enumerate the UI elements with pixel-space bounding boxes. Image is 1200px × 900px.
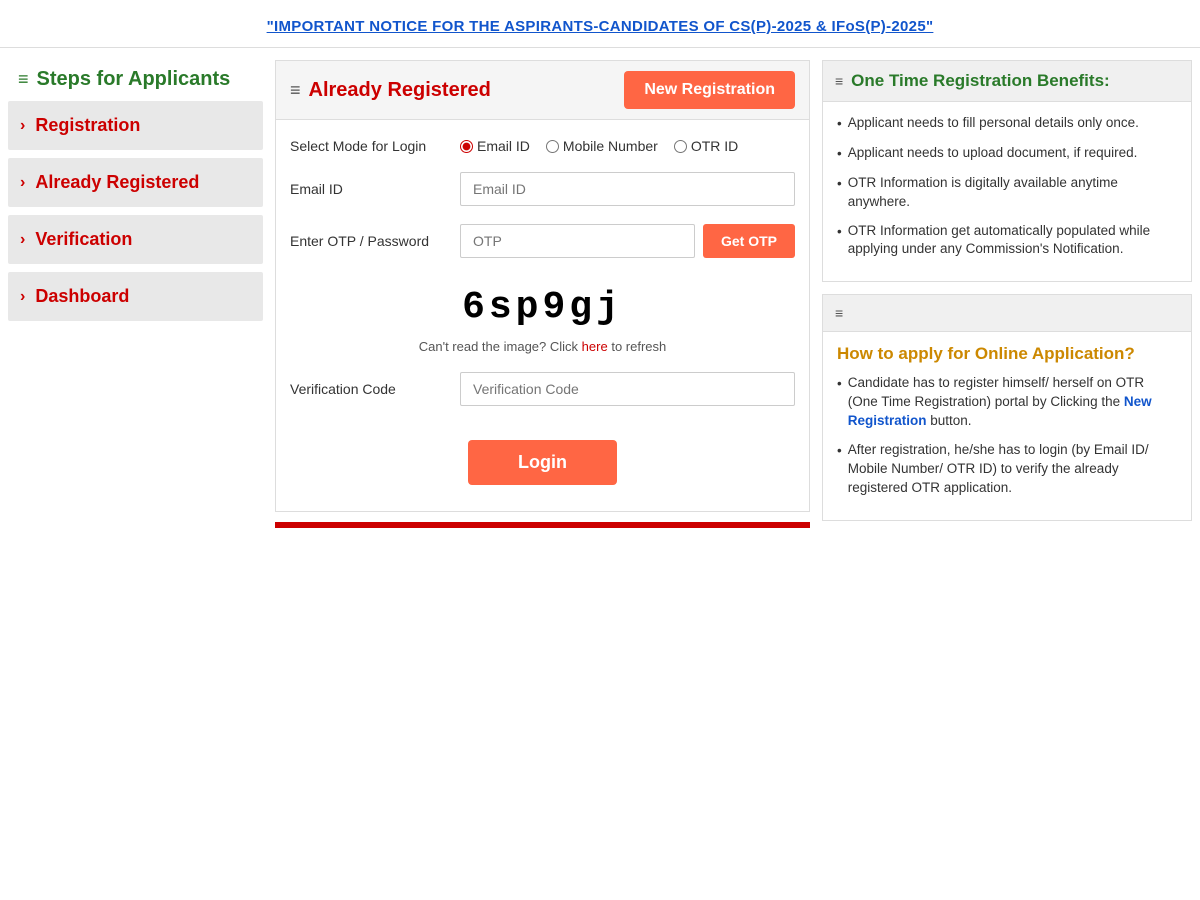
otr-benefits-body: • Applicant needs to fill personal detai…	[823, 102, 1191, 281]
left-panel: ≡ Steps for Applicants › Registration › …	[8, 60, 263, 329]
how-to-apply-card: ≡ How to apply for Online Application? •…	[822, 294, 1192, 520]
radio-group-login-mode: Email ID Mobile Number OTR ID	[460, 138, 738, 154]
chevron-icon-already-registered: ›	[20, 174, 25, 192]
select-mode-row: Select Mode for Login Email ID Mobile Nu…	[290, 138, 795, 154]
login-button[interactable]: Login	[468, 440, 617, 485]
center-header-left: ≡ Already Registered	[290, 79, 491, 102]
otp-input[interactable]	[460, 224, 695, 258]
radio-email[interactable]: Email ID	[460, 138, 530, 154]
radio-email-label: Email ID	[477, 138, 530, 154]
radio-mobile[interactable]: Mobile Number	[546, 138, 658, 154]
center-header: ≡ Already Registered New Registration	[275, 60, 810, 120]
step-verification[interactable]: › Verification	[8, 215, 263, 264]
select-mode-label: Select Mode for Login	[290, 138, 450, 154]
form-area: Select Mode for Login Email ID Mobile Nu…	[275, 120, 810, 512]
otp-input-group: Get OTP	[460, 224, 795, 258]
email-row: Email ID	[290, 172, 795, 206]
benefit-item-3: • OTR Information get automatically popu…	[837, 222, 1177, 260]
hamburger-icon-otr: ≡	[835, 73, 843, 89]
steps-title: ≡ Steps for Applicants	[8, 60, 263, 101]
bottom-bar	[275, 522, 810, 528]
how-bullet-0: •	[837, 375, 842, 394]
step-label-already-registered: Already Registered	[35, 172, 199, 193]
benefit-item-0: • Applicant needs to fill personal detai…	[837, 114, 1177, 134]
bullet-2: •	[837, 175, 842, 194]
otr-benefits-header: ≡ One Time Registration Benefits:	[823, 61, 1191, 102]
hamburger-icon-howto: ≡	[835, 305, 843, 321]
step-label-dashboard: Dashboard	[35, 286, 129, 307]
radio-mobile-input[interactable]	[546, 140, 559, 153]
notice-link[interactable]: "IMPORTANT NOTICE FOR THE ASPIRANTS-CAND…	[267, 18, 934, 35]
bullet-3: •	[837, 223, 842, 242]
verification-input[interactable]	[460, 372, 795, 406]
radio-otr-label: OTR ID	[691, 138, 738, 154]
login-button-row: Login	[290, 424, 795, 493]
bullet-1: •	[837, 145, 842, 164]
center-panel: ≡ Already Registered New Registration Se…	[275, 60, 810, 528]
how-item-0-text: Candidate has to register himself/ herse…	[848, 374, 1177, 431]
step-already-registered[interactable]: › Already Registered	[8, 158, 263, 207]
captcha-image: 6sp9gj	[442, 276, 643, 339]
captcha-refresh-text: Can't read the image? Click here to refr…	[290, 339, 795, 354]
step-label-registration: Registration	[35, 115, 140, 136]
otp-row: Enter OTP / Password Get OTP	[290, 224, 795, 258]
chevron-icon-registration: ›	[20, 117, 25, 135]
how-item-0: • Candidate has to register himself/ her…	[837, 374, 1177, 431]
main-layout: ≡ Steps for Applicants › Registration › …	[0, 48, 1200, 545]
notice-bar: "IMPORTANT NOTICE FOR THE ASPIRANTS-CAND…	[0, 0, 1200, 48]
hamburger-icon-center: ≡	[290, 80, 301, 101]
how-to-apply-body: How to apply for Online Application? • C…	[823, 332, 1191, 519]
email-label: Email ID	[290, 181, 450, 197]
radio-email-input[interactable]	[460, 140, 473, 153]
bullet-0: •	[837, 115, 842, 134]
step-registration[interactable]: › Registration	[8, 101, 263, 150]
verification-row: Verification Code	[290, 372, 795, 406]
otp-label: Enter OTP / Password	[290, 233, 450, 249]
radio-otr-input[interactable]	[674, 140, 687, 153]
email-input[interactable]	[460, 172, 795, 206]
already-registered-title: Already Registered	[309, 79, 491, 102]
radio-otr[interactable]: OTR ID	[674, 138, 738, 154]
captcha-refresh-link[interactable]: here	[582, 339, 608, 354]
chevron-icon-dashboard: ›	[20, 288, 25, 306]
how-item-1: • After registration, he/she has to logi…	[837, 441, 1177, 498]
new-registration-button[interactable]: New Registration	[624, 71, 795, 109]
right-panel: ≡ One Time Registration Benefits: • Appl…	[822, 60, 1192, 533]
how-to-apply-header: ≡	[823, 295, 1191, 332]
how-bullet-1: •	[837, 442, 842, 461]
chevron-icon-verification: ›	[20, 231, 25, 249]
radio-mobile-label: Mobile Number	[563, 138, 658, 154]
benefit-item-1: • Applicant needs to upload document, if…	[837, 144, 1177, 164]
hamburger-icon-left: ≡	[18, 69, 29, 90]
otr-benefits-title: One Time Registration Benefits:	[851, 71, 1110, 91]
benefit-item-2: • OTR Information is digitally available…	[837, 174, 1177, 212]
step-label-verification: Verification	[35, 229, 132, 250]
captcha-section: 6sp9gj Can't read the image? Click here …	[290, 276, 795, 354]
step-dashboard[interactable]: › Dashboard	[8, 272, 263, 321]
verification-label: Verification Code	[290, 381, 450, 397]
how-to-title: How to apply for Online Application?	[837, 344, 1177, 364]
get-otp-button[interactable]: Get OTP	[703, 224, 795, 258]
otr-benefits-card: ≡ One Time Registration Benefits: • Appl…	[822, 60, 1192, 282]
